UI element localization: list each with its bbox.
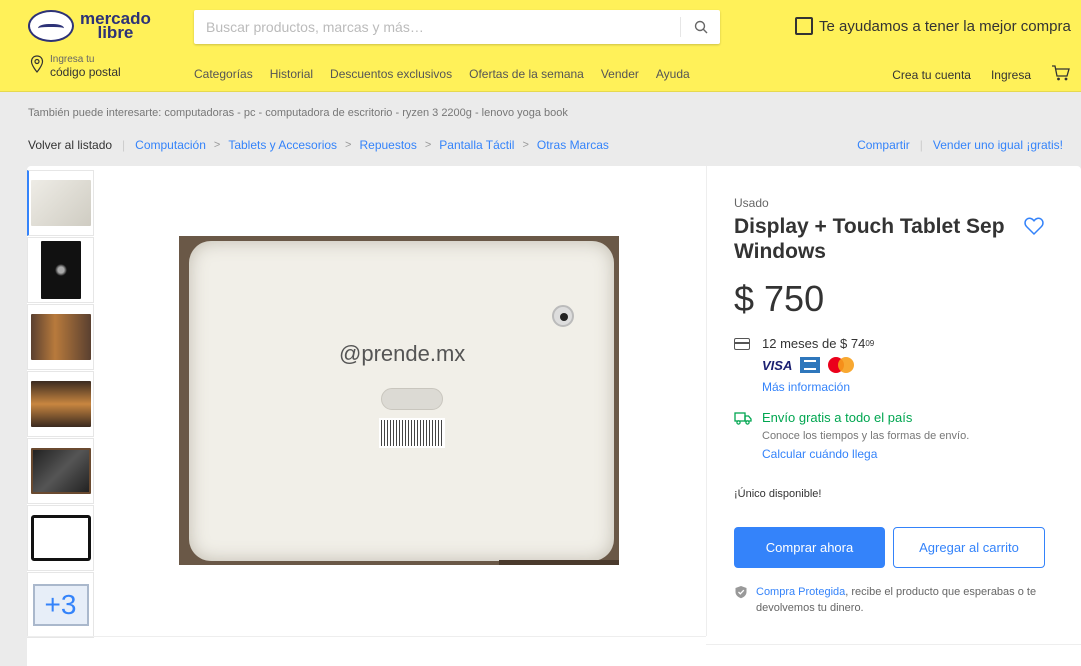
breadcrumb-item[interactable]: Repuestos (359, 138, 416, 152)
mastercard-icon (828, 357, 855, 373)
back-to-list-link[interactable]: Volver al listado (28, 138, 112, 152)
account-nav: Crea tu cuenta Ingresa (872, 64, 1071, 85)
item-condition: Usado (734, 196, 769, 210)
thumbnail[interactable] (27, 304, 94, 370)
search-bar (194, 10, 720, 44)
nav-historial[interactable]: Historial (270, 67, 313, 81)
watermark-text: @prende.mx (339, 341, 466, 366)
chevron-right-icon: > (424, 139, 432, 151)
nav-ofertas[interactable]: Ofertas de la semana (469, 67, 584, 81)
payment-methods: VISA (762, 357, 855, 373)
handshake-icon (28, 10, 74, 42)
buy-now-button[interactable]: Comprar ahora (734, 527, 885, 568)
login-link[interactable]: Ingresa (991, 68, 1031, 82)
related-searches[interactable]: También puede interesarte: computadoras … (28, 107, 568, 119)
create-account-link[interactable]: Crea tu cuenta (892, 68, 971, 82)
thumbnail-gallery: +3 (27, 166, 95, 638)
thumbnail-image (30, 448, 91, 494)
truck-icon (734, 411, 752, 425)
shield-icon (735, 586, 747, 599)
promo-text: Te ayudamos a tener la mejor compra (819, 17, 1071, 35)
stock-status: ¡Único disponible! (734, 488, 822, 500)
share-link[interactable]: Compartir (857, 138, 910, 152)
nav-ayuda[interactable]: Ayuda (656, 67, 690, 81)
location-selector[interactable]: Ingresa tu código postal (30, 55, 121, 80)
shipping-info: Envío gratis a todo el país (734, 410, 912, 425)
product-title: Display + Touch Tablet Sep Windows (734, 215, 1005, 263)
share-actions: Compartir | Vender uno igual ¡gratis! (857, 138, 1063, 152)
shipping-subtext: Conoce los tiempos y las formas de envío… (762, 430, 970, 442)
breadcrumb-item[interactable]: Computación (135, 138, 206, 152)
promo-banner[interactable]: Te ayudamos a tener la mejor compra (795, 17, 1071, 35)
thumbnail[interactable] (27, 170, 94, 236)
header: mercado libre Te ayudamos a tener la mej… (0, 0, 1081, 92)
search-icon (694, 20, 707, 34)
calculate-delivery-link[interactable]: Calcular cuándo llega (762, 447, 877, 461)
mercadolibre-logo[interactable]: mercado libre (28, 10, 151, 42)
sell-similar-link[interactable]: Vender uno igual ¡gratis! (933, 138, 1063, 152)
guide-icon (795, 17, 813, 35)
thumbnail-image (30, 381, 91, 427)
main-product-image[interactable]: @prende.mx (179, 236, 619, 565)
breadcrumb-item[interactable]: Otras Marcas (537, 138, 609, 152)
camera-lens (552, 305, 574, 327)
thumbnail-image (40, 241, 81, 299)
thumbnail[interactable] (27, 371, 94, 437)
thumbnail-image (30, 515, 91, 561)
barcode (379, 418, 445, 448)
purchase-protection: Compra Protegida, recibe el producto que… (734, 584, 1046, 616)
add-to-cart-button[interactable]: Agregar al carrito (893, 527, 1045, 568)
product-price: $ 750 (734, 278, 825, 319)
visa-icon: VISA (762, 357, 793, 373)
tablet-photo: @prende.mx (189, 241, 614, 561)
installments-text: 12 meses de $ 74 (762, 336, 866, 351)
thumbnail[interactable] (27, 438, 94, 504)
thumbnail[interactable] (27, 237, 94, 303)
logo-text-line2: libre (97, 23, 134, 42)
amex-icon (800, 357, 821, 373)
location-big-label: código postal (50, 65, 121, 79)
search-input[interactable] (194, 10, 674, 44)
protected-purchase-link[interactable]: Compra Protegida (756, 586, 845, 598)
installments-info: 12 meses de $ 74 09 (734, 336, 874, 351)
breadcrumb: Volver al listado | Computación > Tablet… (28, 138, 609, 152)
installments-cents: 09 (865, 339, 875, 348)
cart-icon (1052, 65, 1070, 81)
cart-button[interactable] (1051, 64, 1071, 85)
chevron-right-icon: > (345, 139, 352, 151)
credit-card-icon (734, 337, 750, 350)
thumbnail-image (30, 314, 91, 360)
nav-descuentos[interactable]: Descuentos exclusivos (330, 67, 452, 81)
search-button[interactable] (680, 17, 720, 37)
more-photos-thumbnail[interactable]: +3 (27, 572, 94, 638)
location-pin-icon (30, 55, 44, 73)
thumbnail-image (31, 180, 91, 226)
breadcrumb-item[interactable]: Pantalla Táctil (439, 138, 514, 152)
chevron-right-icon: > (522, 139, 529, 151)
heart-icon[interactable] (1023, 215, 1045, 237)
nav-vender[interactable]: Vender (601, 67, 639, 81)
breadcrumb-item[interactable]: Tablets y Accesorios (228, 138, 337, 152)
thumbnail[interactable] (27, 505, 94, 571)
shipping-title: Envío gratis a todo el país (762, 410, 913, 425)
more-info-link[interactable]: Más información (762, 380, 850, 394)
location-small-label: Ingresa tu (50, 54, 95, 65)
main-nav: Categorías Historial Descuentos exclusiv… (194, 67, 707, 81)
more-photos-count: +3 (32, 584, 89, 626)
nav-categorias[interactable]: Categorías (194, 67, 253, 81)
chevron-right-icon: > (213, 139, 221, 151)
